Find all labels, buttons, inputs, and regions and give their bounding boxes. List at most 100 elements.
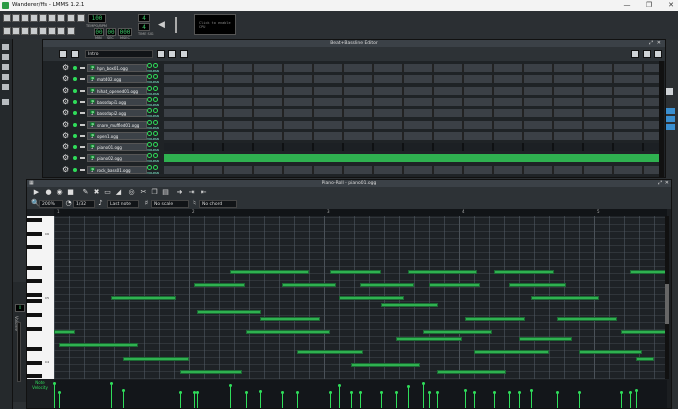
note-block[interactable]	[465, 316, 525, 321]
minimize-button[interactable]: —	[620, 1, 634, 10]
piano-keyboard[interactable]: C6 C5 C4	[27, 216, 54, 379]
export-icon[interactable]	[48, 14, 56, 22]
autoscroll-icon[interactable]: ➜	[176, 189, 183, 196]
track-mute-led[interactable]	[73, 122, 77, 127]
note-block[interactable]	[330, 269, 381, 274]
black-key[interactable]	[27, 245, 42, 250]
track-solo-toggle[interactable]	[80, 157, 85, 160]
track-settings-gear-icon[interactable]: ⚙	[62, 120, 70, 129]
track-mute-led[interactable]	[73, 133, 77, 138]
velocity-bar[interactable]	[296, 391, 299, 408]
pan-knob[interactable]	[153, 153, 158, 159]
track-solo-toggle[interactable]	[80, 100, 85, 103]
bb-stop-icon[interactable]	[71, 50, 79, 58]
step-sequencer[interactable]	[164, 109, 662, 118]
note-block[interactable]	[381, 303, 438, 308]
velocity-bar[interactable]	[464, 388, 467, 408]
track-solo-toggle[interactable]	[80, 168, 85, 171]
bb-editor-icon[interactable]	[12, 27, 20, 35]
velocity-bar[interactable]	[245, 391, 248, 408]
zoom-select[interactable]: 200%	[39, 200, 63, 208]
step-sequencer[interactable]	[164, 64, 662, 72]
volume-fader[interactable]	[17, 322, 21, 382]
note-block[interactable]	[111, 296, 176, 301]
track-name-button[interactable]: ♪ bassdapi1.ogg	[87, 97, 147, 106]
maximize-button[interactable]: ❐	[642, 1, 656, 10]
what-this-icon[interactable]	[57, 14, 65, 22]
velocity-bar[interactable]	[530, 388, 533, 408]
note-block[interactable]	[229, 269, 309, 274]
velocity-bar[interactable]	[407, 384, 410, 408]
note-block[interactable]	[436, 370, 506, 375]
velocity-bar[interactable]	[507, 391, 511, 408]
track-solo-toggle[interactable]	[80, 78, 85, 81]
track-settings-gear-icon[interactable]: ⚙	[62, 75, 70, 83]
export-tracks-icon[interactable]	[77, 14, 85, 22]
new-project-icon[interactable]	[3, 14, 11, 22]
volume-knob[interactable]	[147, 142, 152, 148]
fx-mixer-icon[interactable]	[39, 27, 47, 35]
volume-knob[interactable]	[147, 164, 152, 170]
note-block[interactable]	[493, 269, 554, 274]
pan-knob[interactable]	[153, 164, 158, 170]
pr-close-icon[interactable]: ✕	[665, 180, 669, 187]
close-button[interactable]: ✕	[664, 1, 678, 10]
note-block[interactable]	[429, 283, 480, 287]
velocity-bar[interactable]	[57, 391, 61, 408]
note-block[interactable]	[58, 343, 138, 348]
note-block[interactable]	[519, 336, 572, 341]
quantize-icon[interactable]: ◎	[128, 189, 135, 196]
track-solo-toggle[interactable]	[80, 134, 85, 137]
step-sequencer[interactable]	[164, 97, 662, 106]
velocity-bar[interactable]	[338, 383, 341, 408]
my-home-icon[interactable]	[2, 84, 9, 90]
info-icon[interactable]	[67, 14, 75, 22]
step-sequencer[interactable]	[164, 154, 662, 163]
velocity-bar[interactable]	[422, 382, 425, 408]
note-block[interactable]	[54, 329, 75, 334]
velocity-bar[interactable]	[359, 391, 362, 408]
velocity-bar[interactable]	[329, 391, 332, 408]
track-solo-toggle[interactable]	[80, 67, 85, 69]
controller-rack-icon[interactable]	[48, 27, 56, 35]
save-project-icon[interactable]	[39, 14, 47, 22]
note-block[interactable]	[351, 363, 420, 368]
black-key[interactable]	[27, 299, 42, 304]
cpu-graph[interactable]: Click to enable CPU	[194, 14, 236, 35]
my-samples-icon[interactable]	[2, 64, 9, 70]
track-settings-gear-icon[interactable]: ⚙	[62, 86, 70, 95]
track-settings-gear-icon[interactable]: ⚙	[62, 64, 70, 72]
velocity-bar[interactable]	[110, 382, 113, 408]
chord-select[interactable]: No chord	[199, 200, 237, 208]
step-sequencer[interactable]	[164, 165, 662, 174]
note-block[interactable]	[579, 350, 642, 354]
velocity-bar[interactable]	[192, 391, 196, 408]
note-block[interactable]	[423, 329, 492, 334]
velocity-bar[interactable]	[122, 388, 125, 408]
track-solo-toggle[interactable]	[80, 123, 85, 126]
black-key[interactable]	[27, 279, 42, 284]
note-block[interactable]	[123, 356, 189, 361]
note-block[interactable]	[196, 309, 261, 314]
edge-clip[interactable]	[666, 108, 675, 114]
note-length-select[interactable]: Last note	[107, 200, 139, 208]
recent-projects-icon[interactable]	[30, 14, 38, 22]
track-solo-toggle[interactable]	[80, 89, 85, 92]
note-block[interactable]	[508, 283, 566, 287]
velocity-bar[interactable]	[350, 391, 353, 408]
note-block[interactable]	[339, 296, 404, 301]
volume-knob[interactable]	[147, 63, 152, 68]
velocity-bar[interactable]	[635, 388, 638, 408]
note-block[interactable]	[180, 370, 242, 375]
note-block[interactable]	[408, 269, 477, 274]
stop-behaviour-icon[interactable]: ⇤	[200, 189, 207, 196]
velocity-bar[interactable]	[395, 391, 398, 408]
velocity-bar[interactable]	[195, 391, 199, 408]
velocity-bar[interactable]	[473, 391, 476, 408]
track-name-button[interactable]: ♪ piano02.ogg	[87, 154, 147, 163]
volume-knob[interactable]	[147, 130, 152, 136]
note-block[interactable]	[193, 283, 245, 287]
note-block[interactable]	[621, 329, 666, 334]
track-name-button[interactable]: ♪ hpn_box01.ogg	[87, 64, 147, 72]
note-block[interactable]	[531, 296, 599, 301]
